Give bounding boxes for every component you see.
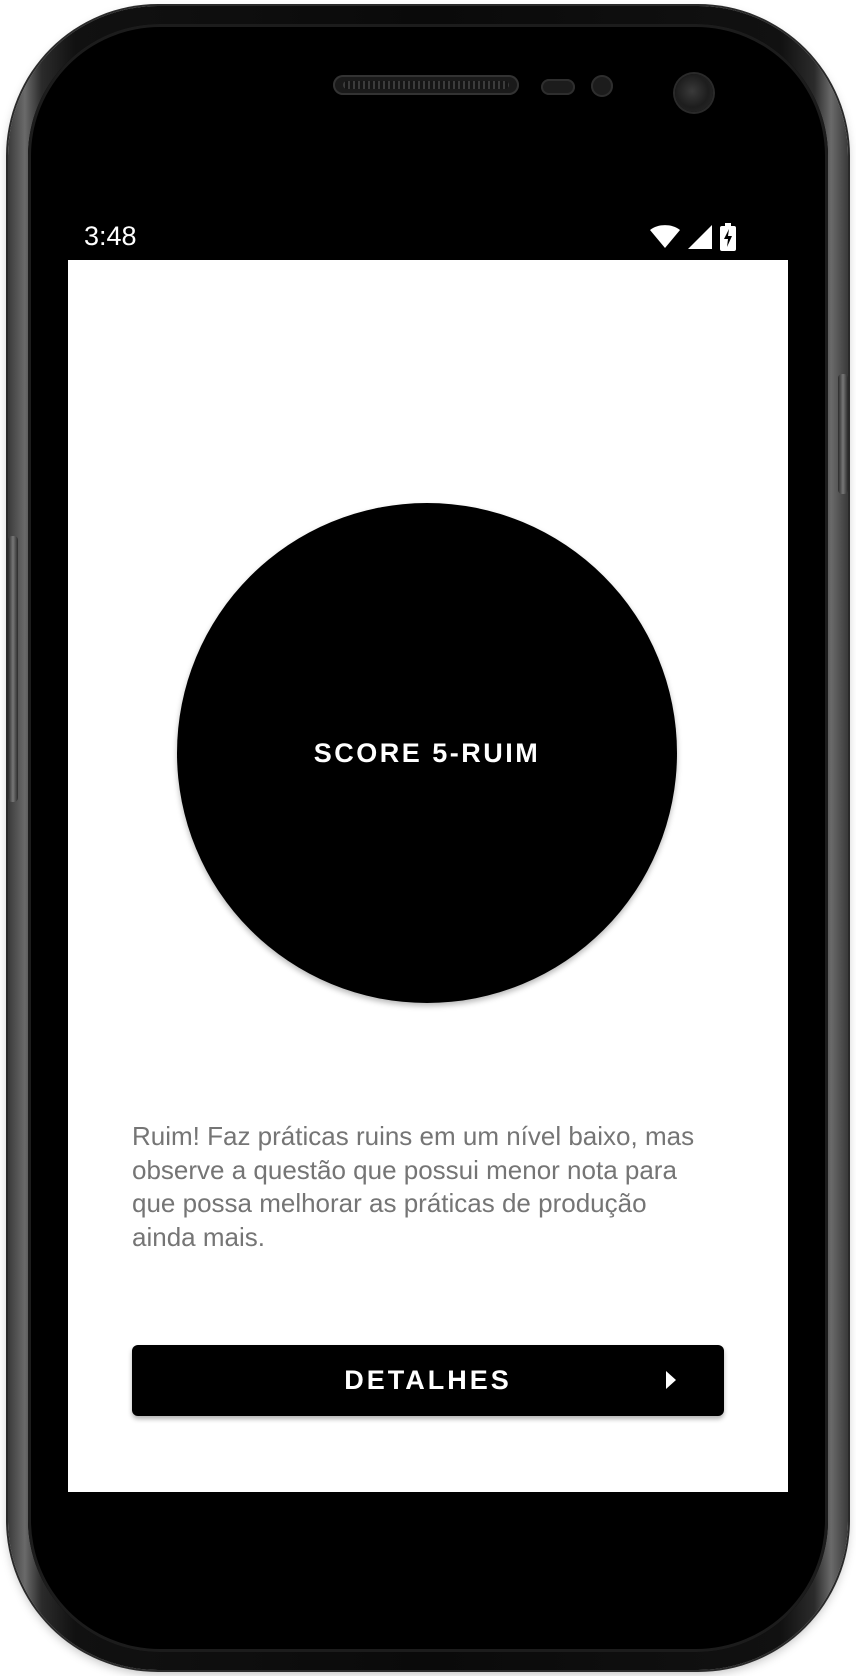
cell-signal-icon xyxy=(688,225,712,249)
arrow-right-icon xyxy=(666,1371,676,1389)
status-time: 3:48 xyxy=(84,221,137,251)
status-bar: 3:48 xyxy=(68,212,788,260)
details-button[interactable]: DETALHES xyxy=(132,1345,724,1416)
power-button xyxy=(838,374,848,494)
volume-button xyxy=(8,536,18,802)
details-button-label: DETALHES xyxy=(344,1365,512,1395)
battery-charging-icon xyxy=(720,223,736,251)
earpiece-speaker xyxy=(333,75,519,95)
device-frame: 3:48 SCORE 5-RUIM Ruim! Faz práticas rui… xyxy=(0,0,856,1676)
score-description: Ruim! Faz práticas ruins em um nível bai… xyxy=(132,1121,695,1252)
status-icons xyxy=(650,223,736,251)
proximity-sensor xyxy=(541,79,575,95)
app-screen: 3:48 SCORE 5-RUIM Ruim! Faz práticas rui… xyxy=(68,212,788,1492)
front-camera xyxy=(675,74,713,112)
light-sensor xyxy=(591,75,613,97)
wifi-icon xyxy=(650,225,680,248)
score-label: SCORE 5-RUIM xyxy=(313,737,541,768)
score-circle: SCORE 5-RUIM xyxy=(177,503,677,1003)
